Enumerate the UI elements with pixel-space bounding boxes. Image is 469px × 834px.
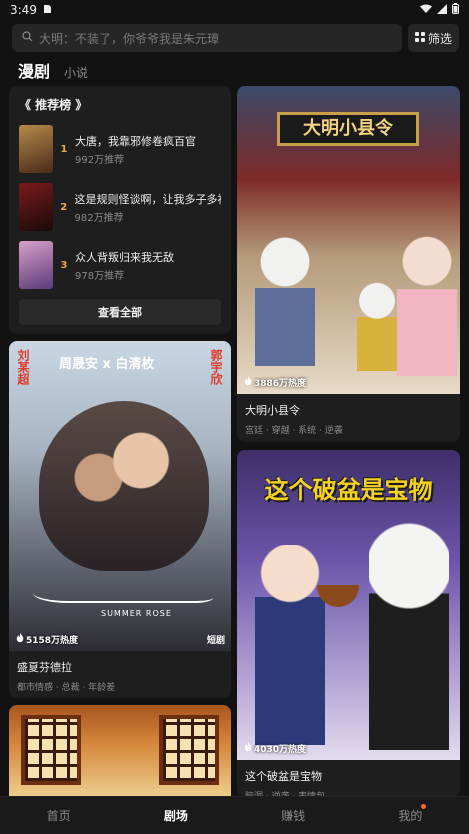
ranking-number: 2 bbox=[60, 201, 68, 213]
heat-value: 5158万热度 bbox=[26, 636, 79, 646]
poster-cast-main: 周晟安 x 白清枚 bbox=[59, 357, 155, 372]
poster-title-en: SUMMER ROSE bbox=[101, 609, 172, 618]
tab-novel[interactable]: 小说 bbox=[64, 64, 88, 81]
ranking-thumbnail bbox=[19, 241, 53, 289]
ranking-count: 992万推荐 bbox=[75, 154, 125, 166]
bottom-nav: 首页 剧场 赚钱 我的 bbox=[0, 796, 469, 834]
category-tabs: 漫剧 小说 bbox=[18, 58, 88, 82]
ranking-count: 978万推荐 bbox=[75, 270, 125, 282]
poster-character bbox=[255, 236, 315, 366]
nav-mine[interactable]: 我的 bbox=[380, 804, 440, 824]
flame-icon bbox=[244, 742, 252, 755]
drama-tags: 都市情感 · 总裁 · 年龄差 bbox=[17, 683, 116, 693]
notification-icon bbox=[43, 3, 52, 17]
poster-title: 这个破盆是宝物 bbox=[264, 476, 433, 504]
wifi-icon bbox=[420, 3, 432, 17]
search-input[interactable]: 大明：不装了，你爷爷我是朱元璋 bbox=[12, 24, 402, 52]
poster-image: 刘某超 周晟安 x 白清枚 郭宇欣 SUMMER ROSE 5158万热度 短剧 bbox=[9, 341, 231, 651]
status-time: 3:49 bbox=[10, 3, 37, 17]
filter-button[interactable]: 筛选 bbox=[408, 24, 459, 52]
ranking-title: 《 推荐榜 》 bbox=[19, 98, 88, 112]
nav-label: 首页 bbox=[46, 809, 71, 823]
nav-theater[interactable]: 剧场 bbox=[146, 807, 206, 824]
battery-icon bbox=[452, 3, 459, 17]
drama-card-pobao[interactable]: 这个破盆是宝物 4030万热度 这个破盆是宝物 脑洞 · 逆袭 · 表情包 bbox=[237, 450, 460, 797]
nav-label: 我的 bbox=[398, 809, 423, 823]
search-placeholder: 大明：不装了，你爷爷我是朱元璋 bbox=[39, 31, 220, 46]
ranking-item[interactable]: 3 众人背叛归来我无敌 978万推荐 bbox=[19, 237, 221, 293]
left-column: 《 推荐榜 》 1 大唐，我靠邪修卷疯百官 992万推荐 2 这是规则怪谈啊，让… bbox=[9, 86, 231, 805]
drama-tags: 宫廷 · 穿越 · 系统 · 逆袭 bbox=[245, 426, 343, 436]
ranking-card: 《 推荐榜 》 1 大唐，我靠邪修卷疯百官 992万推荐 2 这是规则怪谈啊，让… bbox=[9, 86, 231, 334]
poster-image bbox=[9, 705, 231, 805]
drama-card-shengxia[interactable]: 刘某超 周晟安 x 白清枚 郭宇欣 SUMMER ROSE 5158万热度 短剧… bbox=[9, 341, 231, 698]
nav-earn[interactable]: 赚钱 bbox=[263, 807, 323, 824]
poster-image: 这个破盆是宝物 4030万热度 bbox=[237, 450, 460, 760]
ranking-thumbnail bbox=[19, 125, 53, 173]
short-drama-badge: 短剧 bbox=[206, 636, 225, 646]
filter-label: 筛选 bbox=[427, 31, 452, 46]
notification-dot bbox=[421, 804, 427, 809]
ranking-count: 982万推荐 bbox=[74, 212, 124, 224]
grid-icon bbox=[414, 31, 425, 45]
heat-label: 5158万热度 bbox=[16, 633, 78, 646]
ranking-name: 大唐，我靠邪修卷疯百官 bbox=[75, 134, 196, 148]
poster-character bbox=[357, 281, 397, 371]
ranking-item[interactable]: 2 这是规则怪谈啊，让我多子多福 982万推荐 bbox=[19, 179, 221, 235]
ranking-number: 1 bbox=[60, 143, 68, 155]
ranking-name: 这是规则怪谈啊，让我多子多福 bbox=[74, 192, 221, 206]
search-row: 大明：不装了，你爷爷我是朱元璋 筛选 bbox=[12, 24, 459, 52]
poster-window bbox=[21, 715, 81, 785]
poster-title-art bbox=[33, 553, 213, 603]
nav-home[interactable]: 首页 bbox=[29, 807, 89, 824]
heat-label: 3886万热度 bbox=[244, 376, 306, 389]
poster-cast-left: 刘某超 bbox=[16, 349, 30, 385]
right-column: 大明小县令 3886万热度 大明小县令 宫廷 · 穿越 · 系统 · 逆袭 这个… bbox=[237, 86, 460, 797]
poster-character bbox=[369, 520, 449, 750]
poster-title-plaque: 大明小县令 bbox=[277, 112, 419, 146]
flame-icon bbox=[16, 633, 24, 646]
drama-title: 盛夏芬德拉 bbox=[17, 661, 72, 674]
ranking-number: 3 bbox=[60, 259, 68, 271]
drama-card-daming[interactable]: 大明小县令 3886万热度 大明小县令 宫廷 · 穿越 · 系统 · 逆袭 bbox=[237, 86, 460, 442]
ranking-thumbnail bbox=[19, 183, 53, 231]
flame-icon bbox=[244, 376, 252, 389]
poster-cast-right: 郭宇欣 bbox=[209, 349, 223, 385]
tab-manju[interactable]: 漫剧 bbox=[18, 58, 50, 82]
search-icon bbox=[22, 31, 33, 45]
signal-icon bbox=[437, 3, 447, 17]
nav-label: 赚钱 bbox=[281, 809, 306, 823]
poster-character bbox=[255, 545, 325, 745]
see-all-button[interactable]: 查看全部 bbox=[19, 299, 221, 325]
poster-couple bbox=[39, 401, 209, 571]
heat-value: 4030万热度 bbox=[254, 745, 307, 755]
poster-image: 大明小县令 3886万热度 bbox=[237, 86, 460, 394]
status-bar: 3:49 bbox=[0, 0, 469, 20]
heat-label: 4030万热度 bbox=[244, 742, 306, 755]
poster-window bbox=[159, 715, 219, 785]
drama-title: 这个破盆是宝物 bbox=[245, 770, 322, 783]
ranking-item[interactable]: 1 大唐，我靠邪修卷疯百官 992万推荐 bbox=[19, 121, 221, 177]
poster-character bbox=[397, 236, 457, 376]
drama-card-partial[interactable] bbox=[9, 705, 231, 805]
drama-title: 大明小县令 bbox=[245, 404, 300, 417]
heat-value: 3886万热度 bbox=[254, 379, 307, 389]
ranking-name: 众人背叛归来我无敌 bbox=[75, 250, 174, 264]
nav-label: 剧场 bbox=[163, 809, 188, 823]
